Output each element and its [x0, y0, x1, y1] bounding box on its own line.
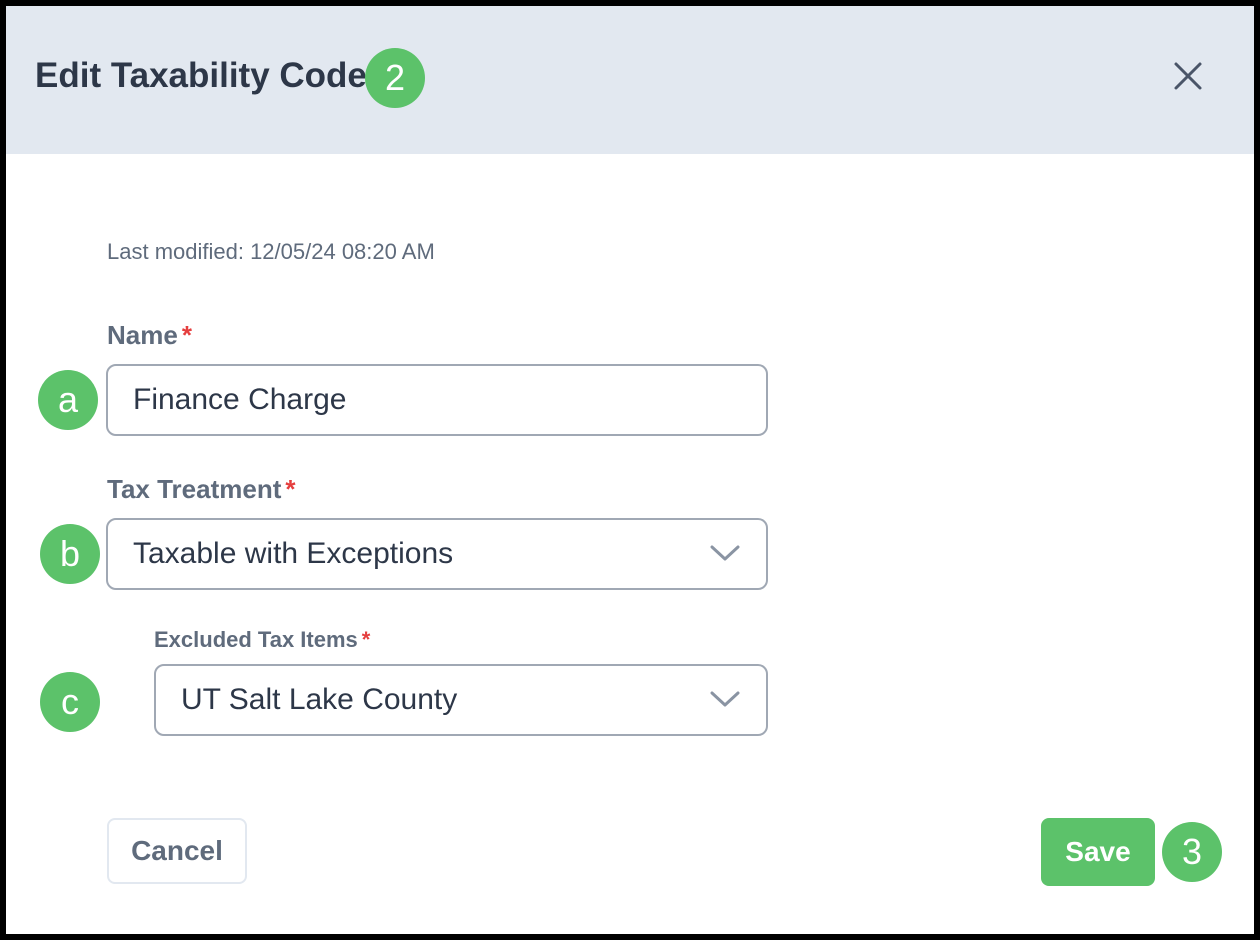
- close-icon: [1174, 62, 1202, 90]
- cancel-button[interactable]: Cancel: [107, 818, 247, 884]
- step-badge-a: a: [38, 370, 98, 430]
- edit-taxability-code-dialog: Edit Taxability Code 2 Last modified: 12…: [6, 6, 1254, 934]
- dialog-title: Edit Taxability Code: [35, 56, 367, 95]
- dialog-header: Edit Taxability Code 2: [6, 6, 1254, 154]
- step-badge-3: 3: [1162, 822, 1222, 882]
- required-asterisk: *: [285, 474, 296, 504]
- tax-treatment-label-text: Tax Treatment: [107, 474, 282, 504]
- save-button[interactable]: Save: [1041, 818, 1155, 886]
- required-asterisk: *: [361, 627, 371, 652]
- excluded-tax-items-select[interactable]: UT Salt Lake County: [154, 664, 768, 736]
- excluded-tax-items-label-text: Excluded Tax Items: [154, 627, 358, 652]
- name-label: Name *: [107, 318, 192, 352]
- step-badge-2: 2: [365, 48, 425, 108]
- tax-treatment-select[interactable]: Taxable with Exceptions: [106, 518, 768, 590]
- chevron-down-icon: [710, 689, 740, 709]
- tax-treatment-label: Tax Treatment *: [107, 472, 295, 506]
- close-button[interactable]: [1166, 54, 1210, 98]
- step-badge-c: c: [40, 672, 100, 732]
- step-badge-b: b: [40, 524, 100, 584]
- chevron-down-icon: [710, 543, 740, 563]
- required-asterisk: *: [181, 320, 192, 350]
- name-input-value: Finance Charge: [133, 383, 347, 416]
- excluded-tax-items-label: Excluded Tax Items *: [154, 626, 370, 654]
- name-label-text: Name: [107, 320, 178, 350]
- excluded-tax-items-value: UT Salt Lake County: [181, 683, 458, 716]
- last-modified-text: Last modified: 12/05/24 08:20 AM: [107, 239, 435, 264]
- tax-treatment-value: Taxable with Exceptions: [133, 537, 454, 570]
- name-input[interactable]: Finance Charge: [106, 364, 768, 436]
